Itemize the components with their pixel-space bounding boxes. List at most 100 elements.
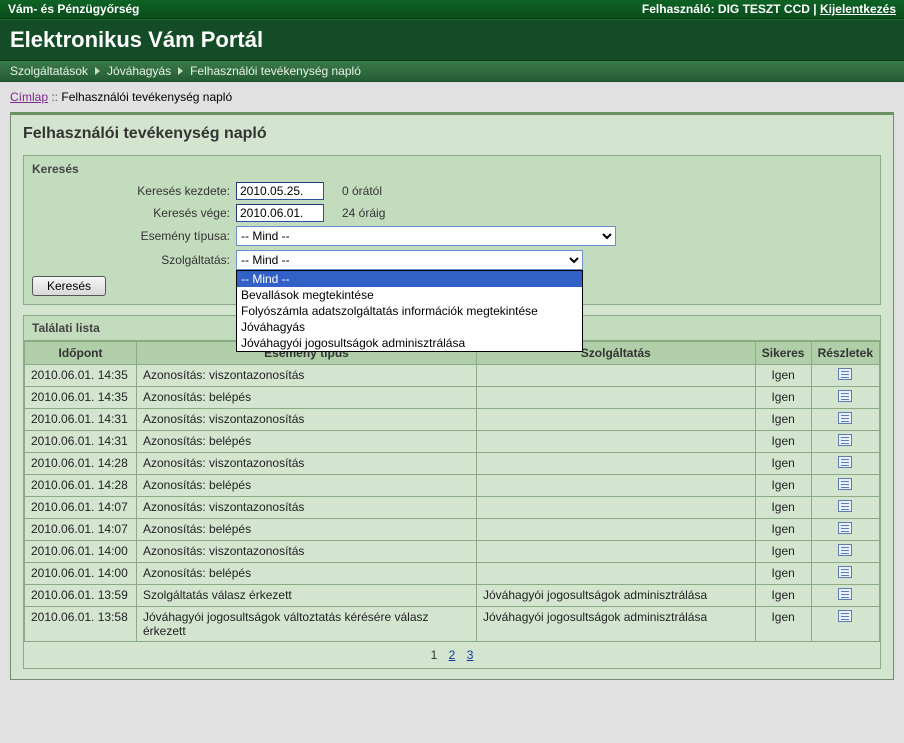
breadcrumb: Címlap :: Felhasználói tevékenység napló [10,90,894,104]
pager-link[interactable]: 2 [449,648,456,662]
breadcrumb-item[interactable]: Jóváhagyás [107,64,171,78]
cell-service [477,541,756,563]
details-icon[interactable] [838,434,852,446]
search-button[interactable]: Keresés [32,276,106,296]
table-row: 2010.06.01. 14:35Azonosítás: viszontazon… [25,365,880,387]
cell-success: Igen [755,519,811,541]
event-type-label: Esemény típusa: [36,229,236,243]
top-right: Felhasználó: DIG TESZT CCD | Kijelentkez… [642,2,896,16]
search-section: Keresés Keresés kezdete: 0 órától Keresé… [23,155,881,305]
cell-details[interactable] [811,431,879,453]
details-icon[interactable] [838,412,852,424]
cell-details[interactable] [811,475,879,497]
cell-event: Azonosítás: viszontazonosítás [137,453,477,475]
title-bar: Elektronikus Vám Portál [0,19,904,61]
pager: 1 2 3 [24,642,880,668]
details-icon[interactable] [838,566,852,578]
cell-details[interactable] [811,409,879,431]
cell-success: Igen [755,585,811,607]
pager-link[interactable]: 3 [467,648,474,662]
cell-time: 2010.06.01. 14:07 [25,519,137,541]
cell-time: 2010.06.01. 14:00 [25,541,137,563]
breadcrumb-item[interactable]: Szolgáltatások [10,64,88,78]
table-row: 2010.06.01. 14:00Azonosítás: belépésIgen [25,563,880,585]
dropdown-option[interactable]: Jóváhagyás [237,319,582,335]
dropdown-option[interactable]: -- Mind -- [237,271,582,287]
cell-details[interactable] [811,365,879,387]
details-icon[interactable] [838,456,852,468]
dropdown-option[interactable]: Jóváhagyói jogosultságok adminisztrálása [237,335,582,351]
cell-time: 2010.06.01. 14:28 [25,475,137,497]
cell-service [477,431,756,453]
dropdown-option[interactable]: Folyószámla adatszolgáltatás információk… [237,303,582,319]
col-time: Időpont [25,342,137,365]
service-select-dropdown: -- Mind -- Bevallások megtekintése Folyó… [236,270,583,352]
logout-link[interactable]: Kijelentkezés [820,2,896,16]
cell-event: Azonosítás: viszontazonosítás [137,541,477,563]
details-icon[interactable] [838,522,852,534]
cell-event: Azonosítás: viszontazonosítás [137,365,477,387]
cell-time: 2010.06.01. 13:58 [25,607,137,642]
table-row: 2010.06.01. 14:00Azonosítás: viszontazon… [25,541,880,563]
dropdown-option[interactable]: Bevallások megtekintése [237,287,582,303]
details-icon[interactable] [838,588,852,600]
details-icon[interactable] [838,500,852,512]
details-icon[interactable] [838,390,852,402]
home-link[interactable]: Címlap [10,90,48,104]
details-icon[interactable] [838,610,852,622]
cell-details[interactable] [811,607,879,642]
cell-success: Igen [755,365,811,387]
search-title: Keresés [32,162,872,176]
cell-details[interactable] [811,519,879,541]
event-type-select[interactable]: -- Mind -- [236,226,616,246]
table-row: 2010.06.01. 13:58Jóváhagyói jogosultságo… [25,607,880,642]
top-bar: Vám- és Pénzügyőrség Felhasználó: DIG TE… [0,0,904,19]
service-select[interactable]: -- Mind -- [236,250,583,270]
cell-success: Igen [755,541,811,563]
cell-success: Igen [755,497,811,519]
cell-time: 2010.06.01. 14:35 [25,365,137,387]
chevron-right-icon [178,67,183,75]
details-icon[interactable] [838,368,852,380]
details-icon[interactable] [838,478,852,490]
cell-event: Azonosítás: viszontazonosítás [137,409,477,431]
cell-success: Igen [755,431,811,453]
cell-event: Jóváhagyói jogosultságok változtatás kér… [137,607,477,642]
cell-service [477,475,756,497]
pager-current: 1 [431,648,438,662]
start-date-input[interactable] [236,182,324,200]
end-label: Keresés vége: [36,206,236,220]
results-table: Időpont Esemény típus Szolgáltatás Siker… [24,341,880,642]
details-icon[interactable] [838,544,852,556]
breadcrumb-current: Felhasználói tevékenység napló [61,90,232,104]
cell-details[interactable] [811,387,879,409]
end-suffix: 24 óráig [336,206,872,220]
cell-details[interactable] [811,497,879,519]
cell-time: 2010.06.01. 14:07 [25,497,137,519]
cell-event: Azonosítás: belépés [137,475,477,497]
results-section: Találati lista Időpont Esemény típus Szo… [23,315,881,669]
cell-service [477,497,756,519]
main-panel: Felhasználói tevékenység napló Keresés K… [10,112,894,680]
cell-details[interactable] [811,453,879,475]
cell-details[interactable] [811,585,879,607]
start-suffix: 0 órától [336,184,872,198]
breadcrumb-item[interactable]: Felhasználói tevékenység napló [190,64,361,78]
end-date-input[interactable] [236,204,324,222]
cell-details[interactable] [811,563,879,585]
cell-success: Igen [755,453,811,475]
cell-success: Igen [755,409,811,431]
cell-success: Igen [755,475,811,497]
cell-success: Igen [755,607,811,642]
cell-event: Azonosítás: viszontazonosítás [137,497,477,519]
cell-service [477,519,756,541]
cell-service: Jóváhagyói jogosultságok adminisztrálása [477,607,756,642]
start-label: Keresés kezdete: [36,184,236,198]
cell-time: 2010.06.01. 14:31 [25,409,137,431]
cell-event: Azonosítás: belépés [137,519,477,541]
cell-details[interactable] [811,541,879,563]
panel-heading: Felhasználói tevékenység napló [23,125,881,143]
cell-event: Azonosítás: belépés [137,431,477,453]
cell-service: Jóváhagyói jogosultságok adminisztrálása [477,585,756,607]
table-row: 2010.06.01. 14:31Azonosítás: belépésIgen [25,431,880,453]
